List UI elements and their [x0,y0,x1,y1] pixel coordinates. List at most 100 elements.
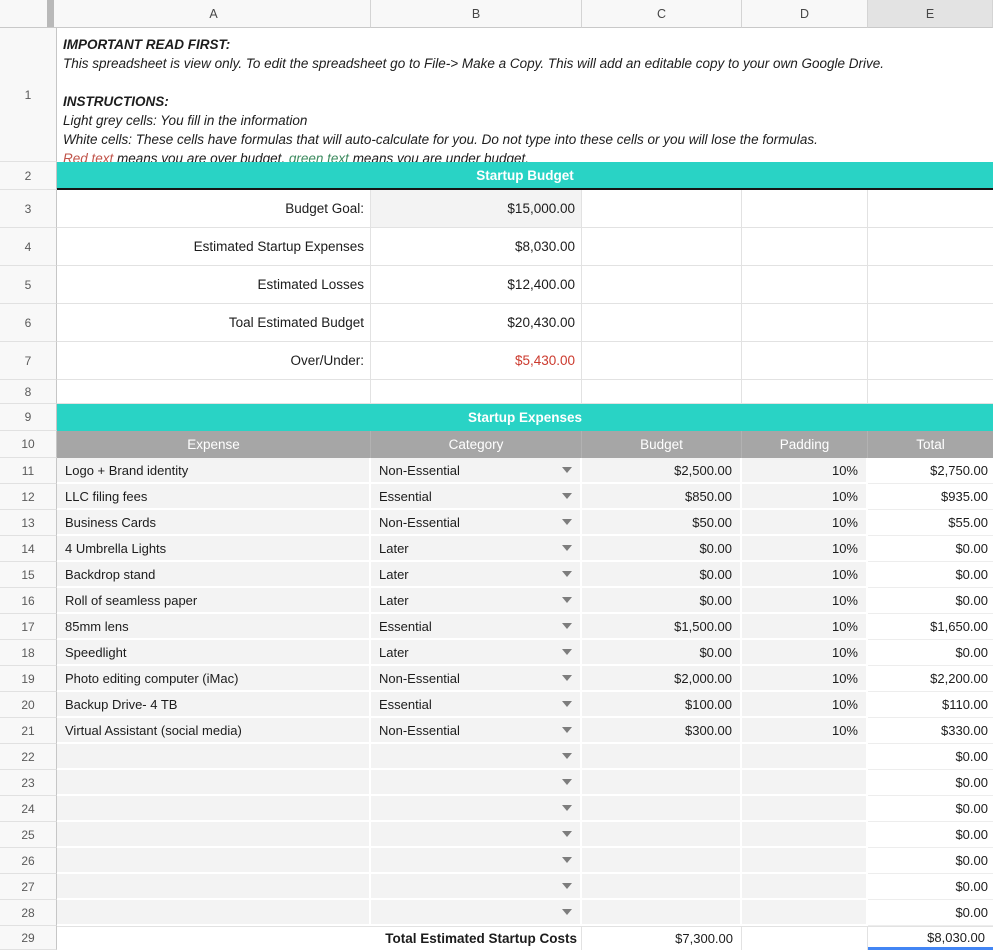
cell-over-under-value[interactable]: $5,430.00 [371,342,582,380]
dropdown-arrow-icon[interactable] [562,675,572,681]
row-header-6[interactable]: 6 [0,304,57,342]
startup-expenses-title[interactable]: Startup Expenses [57,404,993,431]
row-header-19[interactable]: 19 [0,666,57,692]
cell-expense-name[interactable]: Speedlight [57,640,371,666]
row-header-22[interactable]: 22 [0,744,57,770]
cell-total[interactable]: $0.00 [868,848,993,874]
cell-total[interactable]: $935.00 [868,484,993,510]
cell-budget[interactable]: $0.00 [582,562,742,588]
empty-cell[interactable] [742,926,868,950]
cell-padding[interactable] [742,874,868,900]
select-all-corner[interactable] [0,0,57,28]
cell-expense-name[interactable] [57,848,371,874]
dropdown-arrow-icon[interactable] [562,779,572,785]
cell-category-dropdown[interactable] [371,822,582,848]
cell-total-budget-label[interactable]: Toal Estimated Budget [57,304,371,342]
empty-cell[interactable] [582,380,742,404]
cell-total-budget-value[interactable]: $20,430.00 [371,304,582,342]
cell-total[interactable]: $0.00 [868,796,993,822]
empty-cell[interactable] [582,266,742,304]
column-header-e[interactable]: E [868,0,993,28]
cell-total[interactable]: $0.00 [868,822,993,848]
cell-padding[interactable]: 10% [742,510,868,536]
cell-budget[interactable] [582,822,742,848]
header-category[interactable]: Category [371,431,582,458]
cell-category-dropdown[interactable] [371,770,582,796]
empty-cell[interactable] [868,190,993,228]
cell-total-total-sum[interactable]: $8,030.00 [868,926,993,950]
cell-category-dropdown[interactable]: Non-Essential [371,666,582,692]
cell-over-under-label[interactable]: Over/Under: [57,342,371,380]
cell-category-dropdown[interactable] [371,848,582,874]
row-header-1[interactable]: 1 [0,28,57,162]
cell-padding[interactable]: 10% [742,718,868,744]
cell-expense-name[interactable] [57,770,371,796]
row-header-15[interactable]: 15 [0,562,57,588]
dropdown-arrow-icon[interactable] [562,597,572,603]
cell-expense-name[interactable] [57,874,371,900]
cell-category-dropdown[interactable]: Later [371,640,582,666]
cell-category-dropdown[interactable]: Later [371,588,582,614]
cell-expense-name[interactable]: Backdrop stand [57,562,371,588]
cell-padding[interactable]: 10% [742,640,868,666]
row-header-20[interactable]: 20 [0,692,57,718]
dropdown-arrow-icon[interactable] [562,649,572,655]
cell-budget[interactable]: $0.00 [582,588,742,614]
dropdown-arrow-icon[interactable] [562,623,572,629]
cell-estimated-losses-label[interactable]: Estimated Losses [57,266,371,304]
cell-estimated-losses-value[interactable]: $12,400.00 [371,266,582,304]
empty-cell[interactable] [582,190,742,228]
dropdown-arrow-icon[interactable] [562,701,572,707]
row-header-27[interactable]: 27 [0,874,57,900]
cell-budget[interactable]: $850.00 [582,484,742,510]
cell-expense-name[interactable] [57,796,371,822]
column-header-c[interactable]: C [582,0,742,28]
cell-budget[interactable] [582,770,742,796]
empty-cell[interactable] [868,380,993,404]
cell-padding[interactable]: 10% [742,692,868,718]
empty-cell[interactable] [742,190,868,228]
cell-expense-name[interactable]: Photo editing computer (iMac) [57,666,371,692]
dropdown-arrow-icon[interactable] [562,753,572,759]
empty-cell[interactable] [582,228,742,266]
cell-total[interactable]: $0.00 [868,640,993,666]
cell-total[interactable]: $55.00 [868,510,993,536]
dropdown-arrow-icon[interactable] [562,727,572,733]
dropdown-arrow-icon[interactable] [562,493,572,499]
dropdown-arrow-icon[interactable] [562,545,572,551]
cell-padding[interactable] [742,796,868,822]
cell-category-dropdown[interactable] [371,874,582,900]
cell-category-dropdown[interactable]: Later [371,562,582,588]
cell-expense-name[interactable]: Business Cards [57,510,371,536]
cell-estimated-expenses-label[interactable]: Estimated Startup Expenses [57,228,371,266]
cell-category-dropdown[interactable]: Non-Essential [371,458,582,484]
row-header-14[interactable]: 14 [0,536,57,562]
cell-category-dropdown[interactable]: Non-Essential [371,718,582,744]
cell-total-budget-sum[interactable]: $7,300.00 [582,926,742,950]
cell-instructions[interactable]: IMPORTANT READ FIRST: This spreadsheet i… [57,28,993,162]
row-header-16[interactable]: 16 [0,588,57,614]
cell-total[interactable]: $0.00 [868,900,993,926]
row-header-18[interactable]: 18 [0,640,57,666]
header-expense[interactable]: Expense [57,431,371,458]
cell-category-dropdown[interactable] [371,744,582,770]
row-header-7[interactable]: 7 [0,342,57,380]
dropdown-arrow-icon[interactable] [562,571,572,577]
column-header-b[interactable]: B [371,0,582,28]
cell-padding[interactable]: 10% [742,562,868,588]
cell-total[interactable]: $0.00 [868,588,993,614]
cell-budget[interactable] [582,796,742,822]
cell-category-dropdown[interactable]: Non-Essential [371,510,582,536]
cell-expense-name[interactable]: Backup Drive- 4 TB [57,692,371,718]
empty-cell[interactable] [868,266,993,304]
empty-cell[interactable] [742,266,868,304]
cell-padding[interactable] [742,822,868,848]
cell-padding[interactable]: 10% [742,614,868,640]
row-header-24[interactable]: 24 [0,796,57,822]
row-header-5[interactable]: 5 [0,266,57,304]
cell-total[interactable]: $110.00 [868,692,993,718]
cell-total[interactable]: $2,750.00 [868,458,993,484]
cell-budget[interactable]: $0.00 [582,640,742,666]
cell-estimated-expenses-value[interactable]: $8,030.00 [371,228,582,266]
row-header-21[interactable]: 21 [0,718,57,744]
